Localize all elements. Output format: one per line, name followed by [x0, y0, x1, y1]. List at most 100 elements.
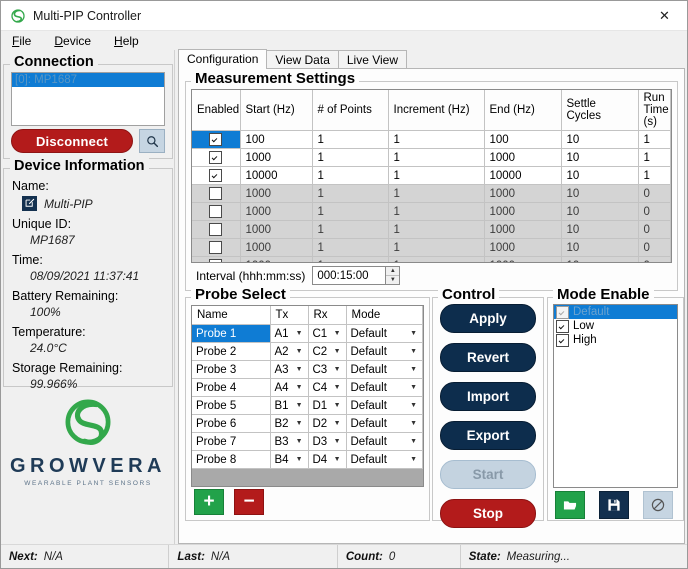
cell-increment[interactable]: 1	[388, 238, 485, 257]
probe-tx-cell[interactable]: A4 ▼	[270, 378, 309, 397]
edit-icon[interactable]	[22, 196, 37, 211]
probe-row[interactable]: Probe 3 A3 ▼ C3 ▼ Default ▼	[192, 360, 423, 379]
col-settle[interactable]: Settle Cycles	[561, 90, 639, 131]
probe-mode-dropdown[interactable]: Default ▼	[350, 452, 418, 467]
cell-points[interactable]: 1	[312, 202, 389, 221]
add-probe-button[interactable]: +	[194, 489, 224, 515]
mode-checkbox[interactable]	[556, 319, 569, 333]
table-row[interactable]: 100 1 1 100 10 1	[192, 130, 671, 149]
table-row[interactable]: 1000 1 1 1000 10 1	[192, 148, 671, 167]
probe-tx-cell[interactable]: B3 ▼	[270, 432, 309, 451]
probe-name-cell[interactable]: Probe 8	[192, 450, 271, 469]
chevron-down-icon[interactable]: ▼	[292, 420, 303, 427]
chevron-down-icon[interactable]: ▼	[292, 438, 303, 445]
probe-mode-dropdown[interactable]: Default ▼	[350, 362, 418, 377]
cell-start[interactable]: 1000	[240, 148, 313, 167]
probe-row[interactable]: Probe 5 B1 ▼ D1 ▼ Default ▼	[192, 396, 423, 415]
interval-input[interactable]	[313, 267, 386, 284]
probe-row[interactable]: Probe 4 A4 ▼ C4 ▼ Default ▼	[192, 378, 423, 397]
col-end[interactable]: End (Hz)	[484, 90, 562, 131]
row-enabled-checkbox[interactable]	[209, 133, 223, 146]
cell-increment[interactable]: 1	[388, 256, 485, 262]
cell-enabled[interactable]	[192, 202, 241, 221]
probe-name-cell[interactable]: Probe 3	[192, 360, 271, 379]
probe-rx-cell[interactable]: D1 ▼	[308, 396, 347, 415]
row-enabled-checkbox[interactable]	[209, 169, 223, 182]
table-row[interactable]: 1000111000100	[192, 238, 671, 257]
probe-tx-dropdown[interactable]: B3 ▼	[274, 434, 304, 449]
chevron-down-icon[interactable]: ▼	[330, 348, 341, 355]
probe-mode-cell[interactable]: Default ▼	[346, 414, 423, 433]
table-row[interactable]: 1000111000100	[192, 220, 671, 239]
cell-enabled[interactable]	[192, 220, 241, 239]
cell-start[interactable]: 100	[240, 130, 313, 149]
cell-settle[interactable]: 10	[561, 148, 639, 167]
probe-rx-cell[interactable]: C4 ▼	[308, 378, 347, 397]
probe-mode-dropdown[interactable]: Default ▼	[350, 398, 418, 413]
probe-name-cell[interactable]: Probe 6	[192, 414, 271, 433]
cell-start[interactable]: 1000	[240, 202, 313, 221]
probe-row[interactable]: Probe 6 B2 ▼ D2 ▼ Default ▼	[192, 414, 423, 433]
cell-enabled[interactable]	[192, 238, 241, 257]
import-button[interactable]: Import	[440, 382, 536, 411]
cell-increment[interactable]: 1	[388, 184, 485, 203]
probe-rx-dropdown[interactable]: C4 ▼	[312, 380, 342, 395]
cell-points[interactable]: 1	[312, 256, 389, 262]
mode-item-high[interactable]: High	[554, 333, 677, 347]
probe-name-cell[interactable]: Probe 1	[192, 324, 271, 343]
cell-settle[interactable]: 10	[561, 220, 639, 239]
mode-checkbox[interactable]	[556, 333, 569, 347]
probe-tx-dropdown[interactable]: B4 ▼	[274, 452, 304, 467]
device-list[interactable]: [0]: MP1687	[11, 72, 165, 126]
probe-rx-cell[interactable]: D2 ▼	[308, 414, 347, 433]
cell-end[interactable]: 1000	[484, 202, 562, 221]
cell-end[interactable]: 1000	[484, 256, 562, 262]
chevron-down-icon[interactable]: ▼	[406, 438, 417, 445]
probe-mode-cell[interactable]: Default ▼	[346, 432, 423, 451]
mode-item-default[interactable]: Default	[554, 305, 677, 319]
disconnect-button[interactable]: Disconnect	[11, 129, 133, 153]
cell-end[interactable]: 100	[484, 130, 562, 149]
cell-settle[interactable]: 10	[561, 166, 639, 185]
cell-runtime[interactable]: 0	[638, 238, 671, 257]
menu-help[interactable]: Help	[112, 33, 141, 49]
stop-button[interactable]: Stop	[440, 499, 536, 528]
cell-end[interactable]: 1000	[484, 148, 562, 167]
chevron-down-icon[interactable]: ▼	[330, 366, 341, 373]
probe-rx-dropdown[interactable]: D1 ▼	[312, 398, 342, 413]
table-row[interactable]: 1000111000100	[192, 256, 671, 262]
probe-tx-dropdown[interactable]: A4 ▼	[274, 380, 304, 395]
cell-settle[interactable]: 10	[561, 130, 639, 149]
probe-rx-dropdown[interactable]: C3 ▼	[312, 362, 342, 377]
probe-rx-cell[interactable]: D3 ▼	[308, 432, 347, 451]
table-row[interactable]: 1000111000100	[192, 202, 671, 221]
probe-tx-dropdown[interactable]: A1 ▼	[274, 326, 304, 341]
probe-tx-dropdown[interactable]: A2 ▼	[274, 344, 304, 359]
cell-increment[interactable]: 1	[388, 130, 485, 149]
col-enabled[interactable]: Enabled	[192, 90, 241, 131]
probe-mode-dropdown[interactable]: Default ▼	[350, 380, 418, 395]
probe-rx-cell[interactable]: C1 ▼	[308, 324, 347, 343]
cell-start[interactable]: 10000	[240, 166, 313, 185]
probe-mode-cell[interactable]: Default ▼	[346, 396, 423, 415]
chevron-down-icon[interactable]: ▼	[330, 438, 341, 445]
cell-increment[interactable]: 1	[388, 148, 485, 167]
probe-row[interactable]: Probe 7 B3 ▼ D3 ▼ Default ▼	[192, 432, 423, 451]
cell-points[interactable]: 1	[312, 166, 389, 185]
chevron-down-icon[interactable]: ▼	[330, 420, 341, 427]
cell-points[interactable]: 1	[312, 220, 389, 239]
apply-button[interactable]: Apply	[440, 304, 536, 333]
probe-mode-dropdown[interactable]: Default ▼	[350, 416, 418, 431]
row-enabled-checkbox[interactable]	[209, 259, 223, 262]
col-increment[interactable]: Increment (Hz)	[388, 90, 485, 131]
cell-settle[interactable]: 10	[561, 202, 639, 221]
probe-rx-cell[interactable]: C2 ▼	[308, 342, 347, 361]
probe-name-cell[interactable]: Probe 2	[192, 342, 271, 361]
cell-points[interactable]: 1	[312, 238, 389, 257]
row-enabled-checkbox[interactable]	[209, 187, 223, 200]
table-row[interactable]: 10000 1 1 10000 10 1	[192, 166, 671, 185]
cell-runtime[interactable]: 0	[638, 184, 671, 203]
cell-start[interactable]: 1000	[240, 256, 313, 262]
probe-mode-cell[interactable]: Default ▼	[346, 360, 423, 379]
probe-name-cell[interactable]: Probe 7	[192, 432, 271, 451]
